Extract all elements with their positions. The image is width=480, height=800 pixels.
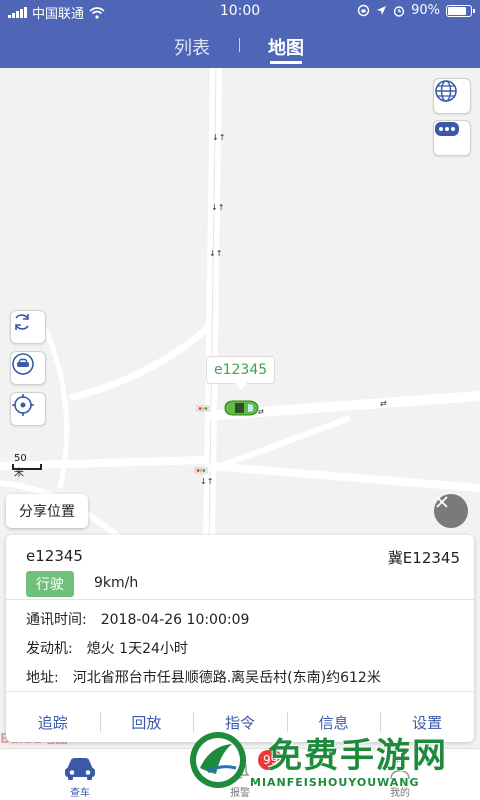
vehicle-info-card: e12345 冀E12345 行驶 9km/h 通讯时间: 2018-04-26 … [6, 535, 474, 742]
vehicle-marker-icon[interactable] [222, 398, 260, 418]
battery-icon [446, 4, 475, 17]
comm-time-label: 通讯时间: [26, 612, 87, 628]
close-card-button[interactable] [434, 494, 468, 528]
locate-icon [12, 394, 34, 416]
svg-text:↓↑: ↓↑ [211, 203, 224, 212]
engine-label: 发动机: [26, 641, 73, 657]
svg-text:↓↑: ↓↑ [212, 133, 225, 142]
address-label: 地址: [26, 670, 59, 686]
share-location-button[interactable]: 分享位置 [6, 494, 88, 528]
more-icon [435, 122, 459, 136]
speed-value: 9km/h [94, 575, 139, 591]
plate-number: 冀E12345 [387, 549, 460, 567]
nav-find-car[interactable]: 查车 [30, 749, 130, 800]
tab-divider [239, 38, 240, 52]
watermark-subtitle: MIANFEISHOUYOUWANG [250, 776, 420, 789]
address-row: 地址: 河北省邢台市任县顺德路.离吴岳村(东南)约612米 [26, 667, 381, 687]
app-header: 中国联通 10:00 90% 列表 地图 [0, 0, 480, 68]
locate-button[interactable] [10, 392, 46, 426]
watermark-emblem [190, 732, 246, 788]
car-center-icon [12, 353, 34, 375]
playback-button[interactable]: 回放 [99, 703, 194, 741]
close-icon [436, 496, 448, 508]
tab-map[interactable]: 地图 [268, 34, 304, 60]
globe-icon [435, 80, 457, 102]
battery-percent: 90% [411, 3, 440, 18]
refresh-icon [15, 314, 29, 330]
svg-text:↓↑: ↓↑ [200, 477, 213, 486]
comm-time-value: 2018-04-26 10:00:09 [100, 612, 250, 628]
battery-fill [448, 6, 466, 15]
center-vehicle-button[interactable] [10, 351, 46, 385]
status-bar: 中国联通 10:00 90% [0, 0, 480, 22]
card-divider [6, 691, 474, 692]
address-value: 河北省邢台市任县顺德路.离吴岳村(东南)约612米 [72, 670, 381, 686]
status-badge: 行驶 [26, 571, 74, 597]
app-root: 中国联通 10:00 90% 列表 地图 ↓↑ ↓↑ ↓↑ ↓↑ ⇄ ⇄ e12… [0, 0, 480, 800]
card-divider [6, 599, 474, 600]
engine-value: 熄火 1天24小时 [86, 641, 188, 657]
rotation-lock-icon [357, 4, 370, 17]
refresh-button[interactable] [10, 310, 46, 344]
scale-bar [12, 464, 42, 470]
alarm-clock-icon [393, 5, 405, 17]
site-watermark: 免费手游网 MIANFEISHOUYOUWANG [186, 726, 476, 796]
engine-row: 发动机: 熄火 1天24小时 [26, 638, 188, 658]
watermark-title: 免费手游网 [268, 736, 448, 776]
track-button[interactable]: 追踪 [6, 703, 100, 741]
map-layer-button[interactable] [433, 78, 471, 114]
car-icon [65, 758, 95, 780]
more-options-button[interactable] [433, 120, 471, 156]
view-tabs: 列表 地图 [0, 30, 480, 64]
vehicle-id: e12345 [26, 547, 83, 565]
location-arrow-icon [377, 6, 387, 15]
comm-time-row: 通讯时间: 2018-04-26 10:00:09 [26, 609, 249, 629]
vehicle-label[interactable]: e12345 [206, 356, 276, 390]
svg-text:⇄: ⇄ [380, 399, 387, 408]
active-tab-indicator [270, 61, 302, 64]
nav-find-car-label: 查车 [70, 788, 90, 799]
svg-text:↓↑: ↓↑ [209, 249, 222, 258]
tab-list[interactable]: 列表 [174, 34, 210, 60]
status-right: 90% [357, 3, 475, 18]
